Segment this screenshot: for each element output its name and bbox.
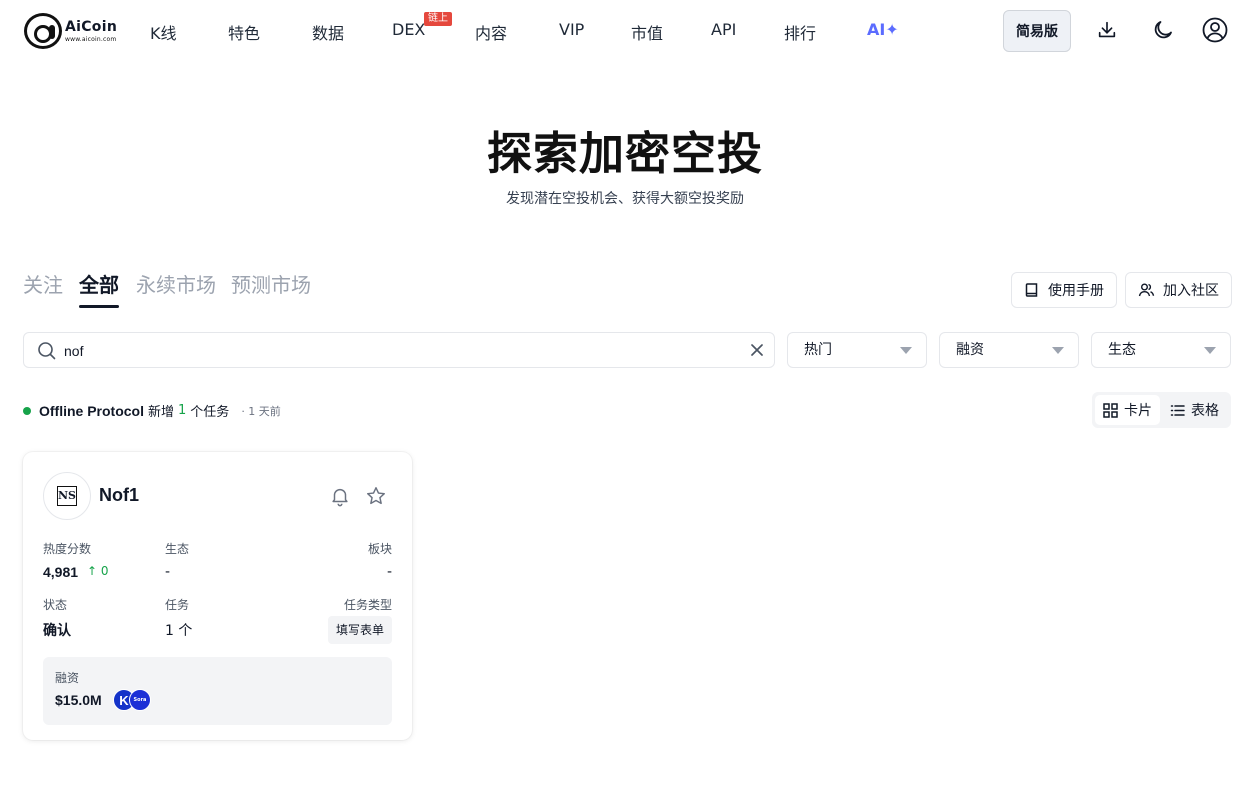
ecosystem-value: - xyxy=(165,564,171,580)
activity-time: · 1 天前 xyxy=(241,404,281,418)
tab-perpetual-market[interactable]: 永续市场 xyxy=(136,269,216,298)
join-community-button[interactable]: 加入社区 xyxy=(1125,272,1232,308)
search-box xyxy=(23,332,775,368)
card-view-button[interactable]: 卡片 xyxy=(1095,395,1160,425)
tab-prediction-market[interactable]: 预测市场 xyxy=(231,269,311,298)
user-account-icon[interactable] xyxy=(1202,17,1228,43)
activity-suffix: 个任务 xyxy=(190,405,230,420)
funding-select-value: 融资 xyxy=(956,342,984,358)
project-avatar: NS xyxy=(43,472,91,520)
chevron-down-icon xyxy=(1052,347,1064,354)
tab-all[interactable]: 全部 xyxy=(79,269,119,298)
nav-kline[interactable]: K线 xyxy=(150,20,177,44)
status-value: 确认 xyxy=(43,623,71,639)
users-icon xyxy=(1138,283,1155,297)
sector-label: 板块 xyxy=(367,542,392,556)
funding-label: 融资 xyxy=(55,671,80,685)
search-icon xyxy=(38,342,56,360)
logo-url: www.aicoin.com xyxy=(65,35,117,43)
heat-score-change: ↑ 0 xyxy=(87,564,109,578)
nav-data[interactable]: 数据 xyxy=(312,20,344,44)
project-name[interactable]: Nof1 xyxy=(99,485,139,506)
table-view-button[interactable]: 表格 xyxy=(1162,395,1227,425)
ecosystem-select[interactable]: 生态 xyxy=(1091,332,1231,368)
nav-ranking[interactable]: 排行 xyxy=(784,20,816,44)
activity-ticker[interactable]: Offline Protocol 新增 1 个任务 · 1 天前 xyxy=(23,401,281,420)
join-community-label: 加入社区 xyxy=(1163,283,1219,299)
simple-mode-button[interactable]: 简易版 xyxy=(1003,10,1071,52)
sector-value: - xyxy=(386,564,392,580)
task-count-value: 1 个 xyxy=(165,623,193,639)
card-view-label: 卡片 xyxy=(1124,403,1152,419)
book-icon xyxy=(1025,283,1038,297)
search-input[interactable] xyxy=(64,339,724,363)
onchain-badge: 链上 xyxy=(424,12,452,26)
nav-dex[interactable]: DEX xyxy=(392,20,425,39)
heat-score-value: 4,981 xyxy=(43,564,79,580)
aicoin-logo[interactable]: AiCoin www.aicoin.com xyxy=(24,13,117,49)
dark-mode-moon-icon[interactable] xyxy=(1150,17,1176,43)
project-logo: NS xyxy=(57,486,77,506)
grid-icon xyxy=(1103,402,1118,418)
user-manual-label: 使用手册 xyxy=(1048,283,1104,299)
live-dot-icon xyxy=(23,406,31,415)
activity-prefix: 新增 xyxy=(148,405,175,420)
top-navigation: AiCoin www.aicoin.com K线 特色 数据 DEX 链上 内容… xyxy=(0,0,1250,62)
bell-icon[interactable] xyxy=(329,485,351,507)
funding-amount: $15.0M xyxy=(55,692,102,708)
nav-content[interactable]: 内容 xyxy=(475,20,507,44)
investor-logo-sora[interactable]: Sora xyxy=(129,689,151,711)
funding-panel: 融资 $15.0M K Sora xyxy=(43,657,392,725)
activity-project: Offline Protocol xyxy=(39,402,144,419)
nav-vip[interactable]: VIP xyxy=(559,20,584,39)
project-card[interactable]: NS Nof1 热度分数 4,981 ↑ 0 生态 - 板块 - 状态 确认 任… xyxy=(23,452,412,740)
task-label: 任务 xyxy=(165,598,190,612)
activity-count: 1 xyxy=(178,403,187,418)
ecosystem-select-value: 生态 xyxy=(1108,342,1136,358)
nav-market-cap[interactable]: 市值 xyxy=(631,20,663,44)
funding-select[interactable]: 融资 xyxy=(939,332,1079,368)
task-type-label: 任务类型 xyxy=(343,598,392,612)
page-title: 探索加密空投 xyxy=(486,127,763,180)
active-tab-indicator xyxy=(79,305,119,308)
heat-score-label: 热度分数 xyxy=(43,542,92,556)
task-type-chip: 填写表单 xyxy=(327,616,392,644)
logo-name: AiCoin xyxy=(65,18,118,35)
download-icon[interactable] xyxy=(1094,17,1120,43)
view-toggle: 卡片 表格 xyxy=(1092,392,1231,428)
page-subtitle: 发现潜在空投机会、获得大额空投奖励 xyxy=(506,191,744,207)
tab-following[interactable]: 关注 xyxy=(23,269,63,298)
clear-search-icon[interactable] xyxy=(749,342,765,358)
sort-select[interactable]: 热门 xyxy=(787,332,927,368)
table-view-label: 表格 xyxy=(1191,403,1219,419)
nav-ai[interactable]: AI✦ xyxy=(867,20,899,39)
logo-mark-icon xyxy=(24,13,62,49)
nav-api[interactable]: API xyxy=(711,20,736,39)
sort-select-value: 热门 xyxy=(804,342,832,358)
nav-featured[interactable]: 特色 xyxy=(228,20,260,44)
status-label: 状态 xyxy=(43,598,68,612)
list-icon xyxy=(1170,404,1185,416)
ecosystem-label: 生态 xyxy=(165,542,190,556)
chevron-down-icon xyxy=(900,347,912,354)
chevron-down-icon xyxy=(1204,347,1216,354)
star-icon[interactable] xyxy=(365,485,387,507)
user-manual-button[interactable]: 使用手册 xyxy=(1011,272,1117,308)
